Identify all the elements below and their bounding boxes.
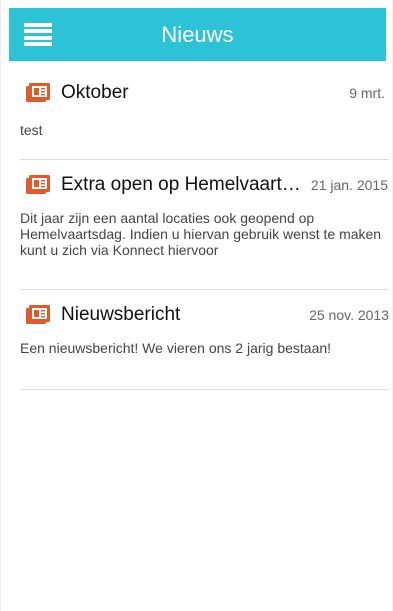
- news-item-header: Oktober 9 mrt.: [20, 68, 389, 118]
- news-item-header: Nieuwsbericht 25 nov. 2013: [20, 290, 389, 340]
- menu-icon-line: [24, 42, 52, 47]
- news-item-oktober[interactable]: Oktober 9 mrt. test: [20, 68, 389, 160]
- newspaper-icon: [26, 305, 50, 324]
- news-body: test: [20, 122, 43, 138]
- menu-icon-line: [24, 29, 52, 34]
- news-list: Oktober 9 mrt. test Extra open op Hemelv…: [20, 68, 389, 390]
- menu-icon-line: [24, 35, 52, 40]
- news-title: Oktober: [61, 82, 129, 103]
- news-title: Nieuwsbericht: [61, 304, 181, 325]
- news-title: Extra open op Hemelvaartsdag: [61, 174, 303, 195]
- newspaper-icon: [26, 83, 50, 102]
- news-date: 25 nov. 2013: [309, 307, 389, 323]
- menu-icon[interactable]: [24, 22, 52, 47]
- news-item-header: Extra open op Hemelvaartsdag 21 jan. 201…: [20, 160, 389, 210]
- news-body: Een nieuwsbericht! We vieren ons 2 jarig…: [20, 340, 332, 356]
- news-date: 21 jan. 2015: [310, 177, 388, 193]
- news-item-hemelvaart[interactable]: Extra open op Hemelvaartsdag 21 jan. 201…: [20, 160, 389, 290]
- top-app-bar: Nieuws: [9, 8, 386, 61]
- news-date: 9 mrt.: [349, 85, 385, 101]
- menu-icon-line: [24, 22, 52, 27]
- app-screen: Nieuws Oktober 9 mrt. test Extra open op…: [0, 0, 393, 611]
- newspaper-icon: [26, 175, 50, 194]
- news-body: Dit jaar zijn een aantal locaties ook ge…: [20, 210, 382, 258]
- menu-button[interactable]: [9, 8, 67, 61]
- news-item-nieuwsbericht[interactable]: Nieuwsbericht 25 nov. 2013 Een nieuwsber…: [20, 290, 389, 390]
